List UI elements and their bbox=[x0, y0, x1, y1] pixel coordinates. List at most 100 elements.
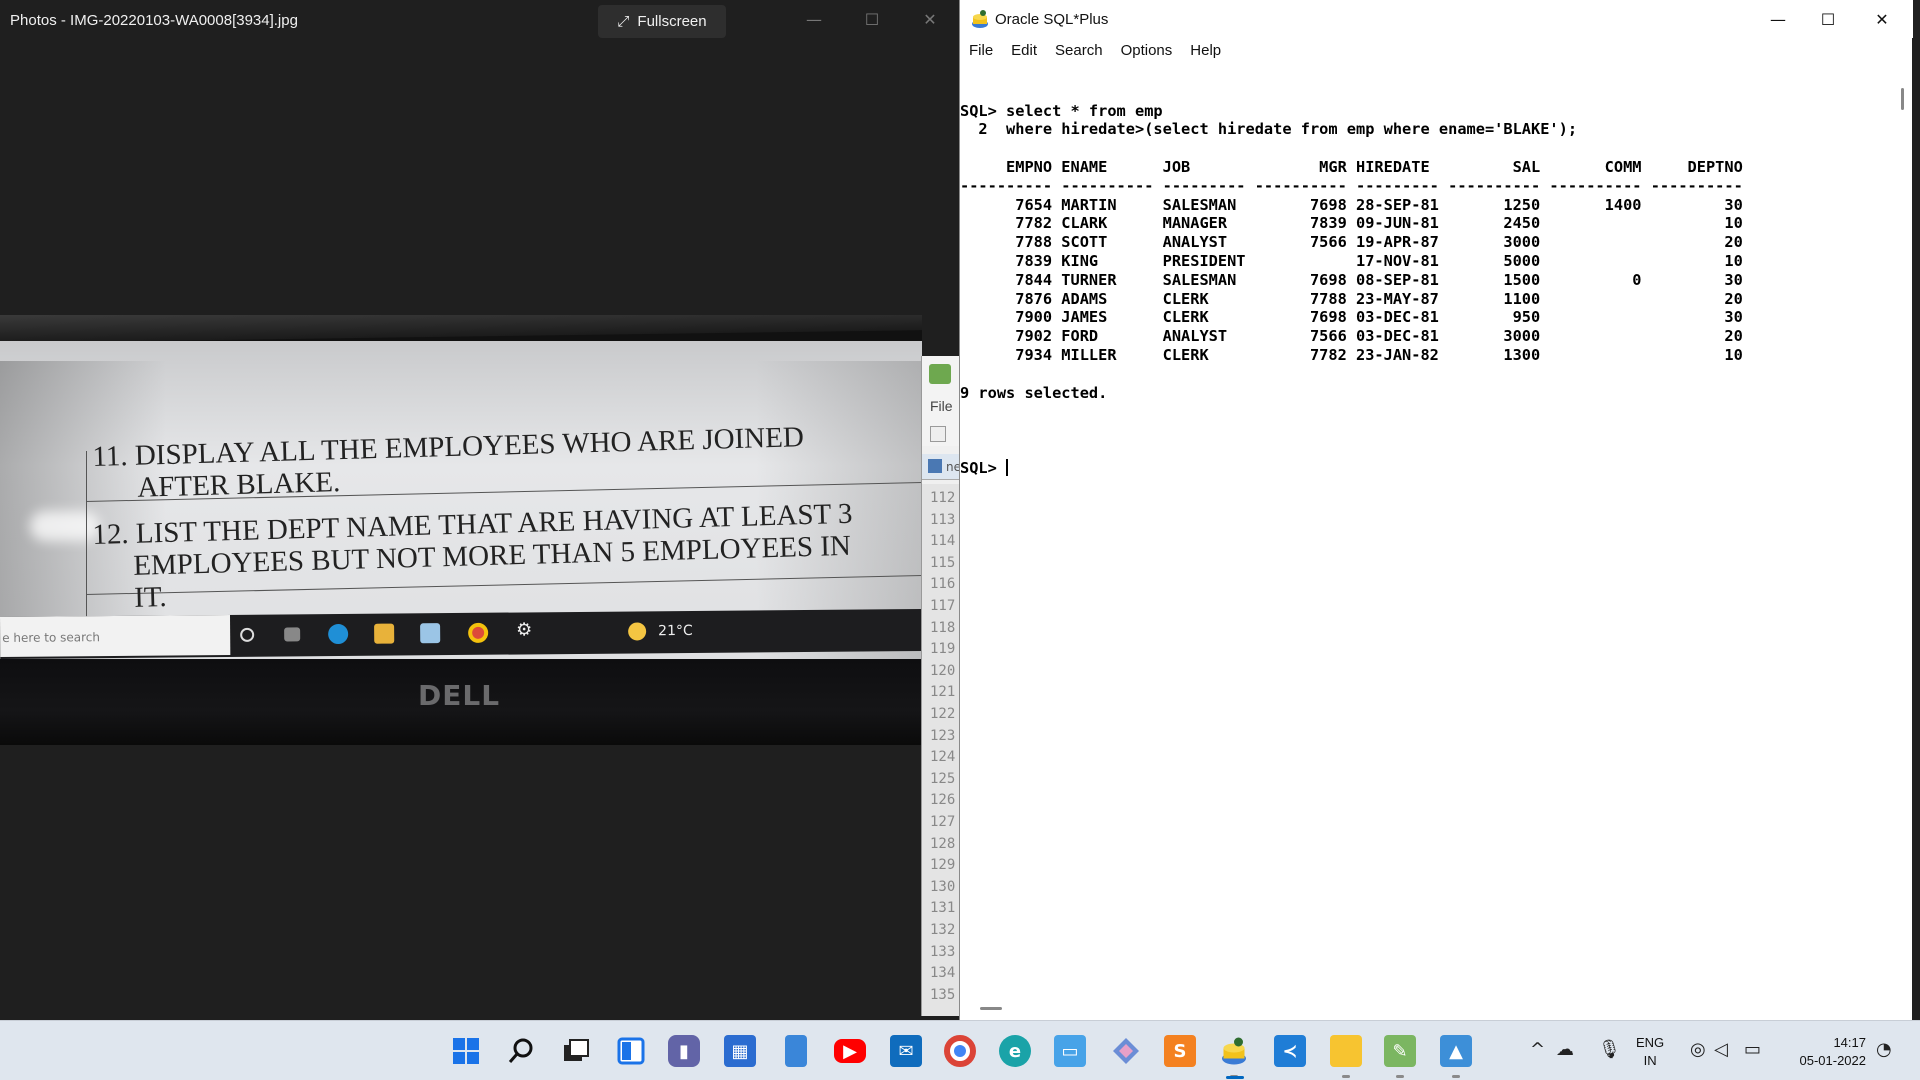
menu-file[interactable]: File bbox=[960, 38, 1002, 62]
line-number: 119 bbox=[930, 641, 956, 658]
sqlplus-window[interactable]: Oracle SQL*Plus — ☐ ✕ File Edit Search O… bbox=[959, 0, 1913, 1020]
active-indicator bbox=[1226, 1076, 1244, 1079]
line-number: 126 bbox=[930, 792, 956, 809]
console-prompt: SQL> bbox=[960, 458, 1007, 477]
photo-image: 11. DISPLAY ALL THE EMPLOYEES WHO ARE JO… bbox=[0, 315, 922, 745]
console-line: 7844 TURNER SALESMAN 7698 08-SEP-81 1500… bbox=[960, 270, 1743, 289]
notepadpp-toolbar: File bbox=[922, 356, 961, 446]
onedrive-icon[interactable]: ☁ bbox=[1556, 1039, 1574, 1060]
running-indicator bbox=[1342, 1075, 1350, 1078]
sqlplus-titlebar[interactable]: Oracle SQL*Plus — ☐ ✕ bbox=[960, 0, 1913, 38]
task-view-icon[interactable] bbox=[560, 1035, 592, 1067]
sqlplus-app-icon bbox=[972, 10, 988, 28]
line-number: 128 bbox=[930, 835, 956, 852]
chevron-up-icon[interactable]: ^ bbox=[1530, 1039, 1545, 1060]
vertical-scrollbar-thumb[interactable] bbox=[1901, 88, 1904, 110]
menu-help[interactable]: Help bbox=[1181, 38, 1230, 62]
line-number: 123 bbox=[930, 727, 956, 744]
line-number: 134 bbox=[930, 965, 956, 982]
language-indicator[interactable]: ENG IN bbox=[1636, 1034, 1664, 1070]
notepadpp-tab[interactable]: ne bbox=[922, 454, 961, 480]
youtube-icon[interactable]: ▶ bbox=[834, 1039, 866, 1063]
photo-settings-icon: ⚙ bbox=[516, 619, 533, 641]
horizontal-scrollbar-thumb[interactable] bbox=[980, 1007, 1002, 1010]
volume-icon[interactable]: ◁ bbox=[1714, 1039, 1728, 1060]
fullscreen-button[interactable]: ⤢ Fullscreen bbox=[598, 5, 726, 38]
text-cursor bbox=[1006, 458, 1009, 476]
menu-edit[interactable]: Edit bbox=[1002, 38, 1046, 62]
clock[interactable]: 14:17 05-01-2022 bbox=[1788, 1034, 1867, 1070]
mail-icon[interactable]: ✉ bbox=[890, 1035, 922, 1067]
console-line: ---------- ---------- --------- --------… bbox=[960, 176, 1743, 195]
teams-chat-icon[interactable]: ▮ bbox=[668, 1035, 700, 1067]
photo-taskview-icon bbox=[284, 627, 301, 642]
photo-monitor-frame bbox=[0, 315, 922, 343]
minimize-icon[interactable]: — bbox=[1755, 6, 1801, 34]
maximize-icon[interactable]: ☐ bbox=[1805, 6, 1851, 34]
console-line: 7788 SCOTT ANALYST 7566 19-APR-87 3000 2… bbox=[960, 233, 1743, 252]
edge-icon[interactable]: e bbox=[999, 1035, 1031, 1067]
photo-temperature: 21°C bbox=[658, 622, 693, 640]
line-number: 117 bbox=[930, 598, 956, 614]
gitkraken-icon[interactable] bbox=[1110, 1035, 1142, 1067]
file-explorer-icon[interactable] bbox=[1330, 1035, 1362, 1067]
console-output: SQL> select * from emp 2 where hiredate>… bbox=[960, 102, 1892, 422]
start-icon[interactable] bbox=[450, 1035, 482, 1067]
line-number: 120 bbox=[930, 662, 956, 679]
photos-window-title: Photos - IMG-20220103-WA0008[3934].jpg bbox=[10, 12, 298, 29]
photo-edge-icon bbox=[328, 623, 349, 645]
line-number: 127 bbox=[930, 814, 956, 830]
console-line: 7934 MILLER CLERK 7782 23-JAN-82 1300 10 bbox=[960, 345, 1743, 364]
console-line: 7902 FORD ANALYST 7566 03-DEC-81 3000 20 bbox=[960, 327, 1743, 346]
remote-desktop-icon[interactable]: ▭ bbox=[1054, 1035, 1086, 1067]
new-file-icon[interactable] bbox=[930, 426, 946, 442]
horizontal-scrollbar[interactable] bbox=[960, 998, 1894, 1016]
battery-icon[interactable]: ▭ bbox=[1744, 1039, 1761, 1060]
maximize-icon[interactable]: ☐ bbox=[858, 8, 886, 32]
store-icon[interactable]: ▦ bbox=[724, 1035, 756, 1067]
line-number: 122 bbox=[930, 706, 956, 722]
photos-icon[interactable]: ▲ bbox=[1440, 1035, 1472, 1067]
sublime-icon[interactable]: S bbox=[1164, 1035, 1196, 1067]
chrome-icon[interactable] bbox=[944, 1035, 976, 1067]
photo-cortana-icon bbox=[240, 627, 255, 642]
line-number: 114 bbox=[930, 533, 956, 550]
minimize-icon[interactable]: — bbox=[800, 8, 828, 32]
close-icon[interactable]: ✕ bbox=[916, 8, 944, 32]
menu-options[interactable]: Options bbox=[1112, 38, 1182, 62]
console-line: EMPNO ENAME JOB MGR HIREDATE SAL COMM DE… bbox=[960, 157, 1743, 176]
photo-taskbar: e here to search ⚙ 21°C bbox=[0, 608, 922, 659]
running-indicator bbox=[1396, 1075, 1404, 1078]
phone-icon[interactable] bbox=[785, 1035, 807, 1067]
console-line: 7654 MARTIN SALESMAN 7698 28-SEP-81 1250… bbox=[960, 195, 1743, 214]
notepadpp-window[interactable]: File ne 112 113 114 115 116 117 118 119 120 121 12… bbox=[921, 356, 961, 1016]
vertical-scrollbar[interactable] bbox=[1894, 64, 1911, 1004]
microphone-icon[interactable]: 🎙 bbox=[1598, 1039, 1621, 1060]
sqlplus-icon[interactable] bbox=[1218, 1035, 1250, 1067]
console-line: 2 where hiredate>(select hiredate from e… bbox=[960, 120, 1578, 139]
console-prompt-line[interactable]: SQL> bbox=[960, 458, 1892, 478]
line-number: 125 bbox=[930, 770, 956, 787]
vscode-icon[interactable]: ≺ bbox=[1274, 1035, 1306, 1067]
photo-weather-icon bbox=[628, 622, 647, 641]
notepadpp-icon[interactable]: ✎ bbox=[1384, 1035, 1416, 1067]
widgets-icon[interactable] bbox=[615, 1035, 647, 1067]
menu-search[interactable]: Search bbox=[1046, 38, 1112, 62]
photos-window[interactable]: Photos - IMG-20220103-WA0008[3934].jpg ⤢… bbox=[0, 0, 960, 1020]
running-indicator bbox=[1452, 1075, 1460, 1078]
network-icon[interactable]: ◎ bbox=[1690, 1039, 1706, 1060]
notifications-icon[interactable]: ◔ bbox=[1876, 1039, 1892, 1060]
photos-titlebar[interactable]: Photos - IMG-20220103-WA0008[3934].jpg ⤢… bbox=[0, 0, 960, 42]
notepadpp-line-numbers: 112 113 114 115 116 117 118 119 120 121 122 123 124 1… bbox=[922, 484, 961, 1016]
photo-app-icon bbox=[420, 623, 441, 644]
sqlplus-console[interactable]: SQL> select * from emp 2 where hiredate>… bbox=[960, 64, 1892, 998]
close-icon[interactable]: ✕ bbox=[1859, 6, 1905, 34]
photo-search-box: e here to search bbox=[0, 614, 231, 657]
notepadpp-file-menu[interactable]: File bbox=[930, 398, 953, 414]
console-line: 7900 JAMES CLERK 7698 03-DEC-81 950 30 bbox=[960, 308, 1743, 327]
expand-icon: ⤢ bbox=[617, 13, 630, 30]
search-icon[interactable] bbox=[505, 1035, 537, 1067]
